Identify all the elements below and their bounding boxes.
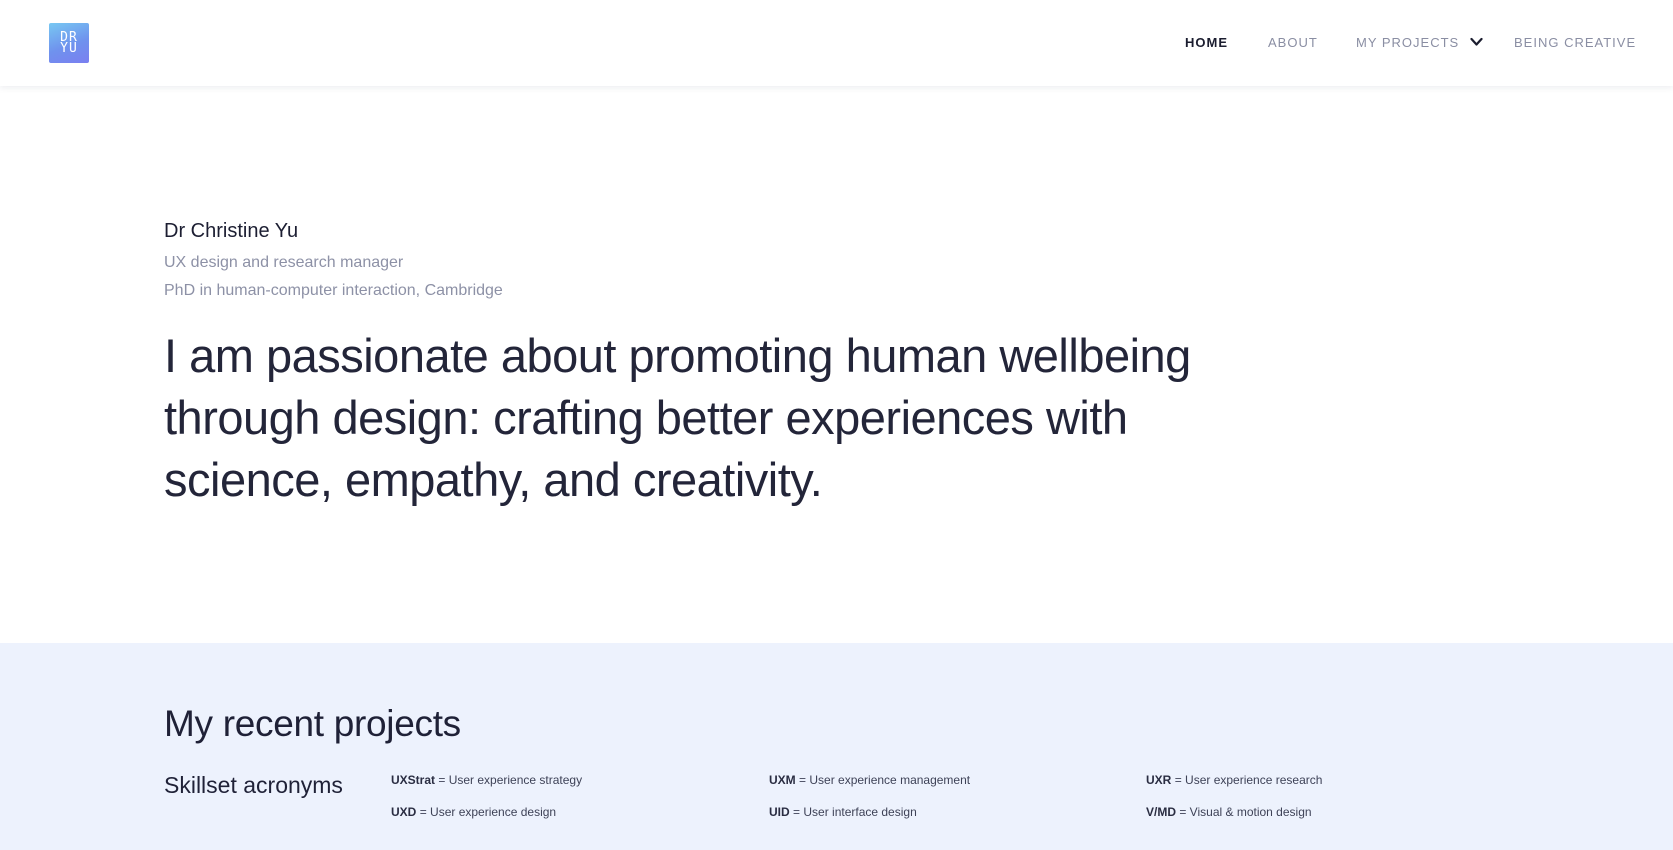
site-header: DR YU HOME ABOUT MY PROJECTS BEING CREAT…	[0, 0, 1673, 86]
acronym-item: UXR = User experience research	[1146, 773, 1322, 787]
acronym-abbr: UXM	[769, 773, 796, 787]
hero-statement: I am passionate about promoting human we…	[164, 329, 1191, 506]
chevron-down-icon	[1470, 37, 1483, 46]
hero-name: Dr Christine Yu	[164, 220, 299, 242]
nav-being-creative[interactable]: BEING CREATIVE	[1514, 35, 1636, 50]
nav-my-projects[interactable]: MY PROJECTS	[1356, 35, 1483, 50]
acronym-abbr: UXStrat	[391, 773, 436, 787]
nav-home[interactable]: HOME	[1185, 35, 1228, 50]
acronym-meaning: = User experience management	[799, 773, 971, 787]
acronym-meaning: = User experience strategy	[438, 773, 583, 787]
acronym-meaning: = User experience design	[419, 805, 557, 819]
nav-my-projects-label: MY PROJECTS	[1356, 35, 1460, 50]
acronym-meaning: = Visual & motion design	[1179, 805, 1312, 819]
skills-title: Skillset acronyms	[164, 772, 343, 798]
hero-role: UX design and research manager	[164, 254, 404, 271]
acronym-meaning: = User interface design	[793, 805, 917, 819]
projects-title: My recent projects	[164, 703, 461, 744]
projects-section: My recent projects Skillset acronyms UXS…	[0, 643, 1673, 850]
acronym-abbr: UXD	[391, 805, 417, 819]
nav-about[interactable]: ABOUT	[1268, 35, 1318, 50]
acronym-item: UID = User interface design	[769, 805, 917, 819]
acronym-abbr: UXR	[1146, 773, 1172, 787]
acronym-abbr: UID	[769, 805, 790, 819]
acronym-item: V/MD = Visual & motion design	[1146, 805, 1312, 819]
acronym-item: UXM = User experience management	[769, 773, 970, 787]
acronym-abbr: V/MD	[1146, 805, 1176, 819]
acronym-item: UXD = User experience design	[391, 805, 556, 819]
hero-degree: PhD in human-computer interaction, Cambr…	[164, 282, 503, 299]
logo[interactable]: DR YU	[49, 23, 89, 63]
acronym-meaning: = User experience research	[1174, 773, 1323, 787]
acronym-item: UXStrat = User experience strategy	[391, 773, 582, 787]
